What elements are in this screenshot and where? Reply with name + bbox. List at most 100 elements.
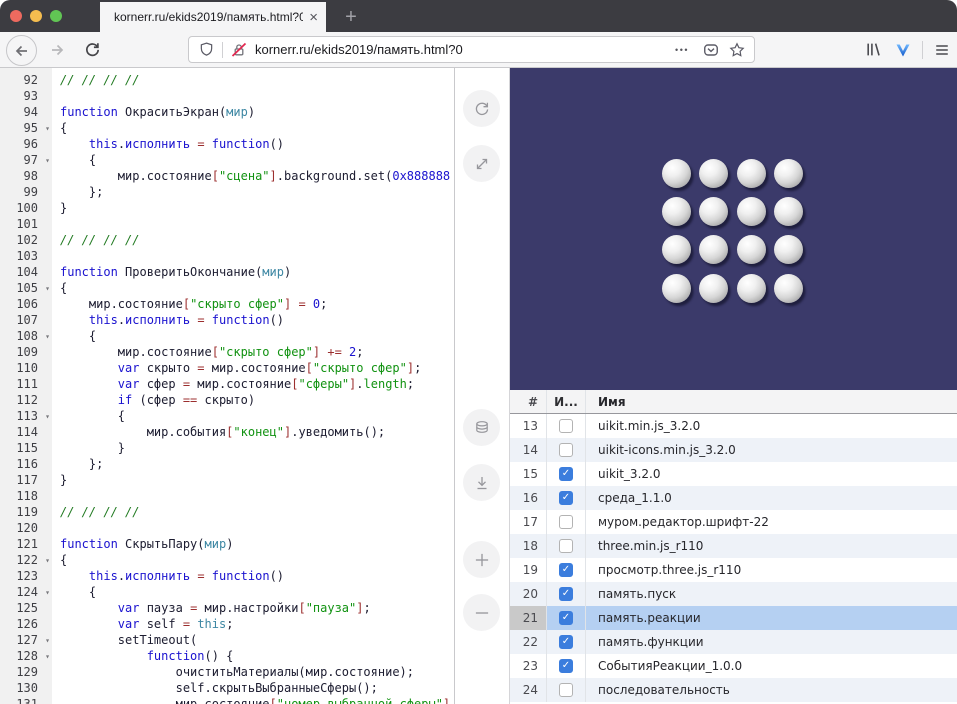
checkbox-checked[interactable]: ✓ <box>559 467 573 481</box>
checkbox-checked[interactable]: ✓ <box>559 491 573 505</box>
table-row[interactable]: 18three.min.js_r110 <box>510 534 957 558</box>
line-number: 105▾ <box>0 280 52 296</box>
fold-marker-icon[interactable]: ▾ <box>45 121 50 137</box>
page-actions-icon[interactable]: ••• <box>675 45 689 55</box>
navigation-toolbar: kornerr.ru/ekids2019/память.html?0 ••• <box>0 32 957 68</box>
row-name[interactable]: three.min.js_r110 <box>586 534 957 558</box>
table-row[interactable]: 13uikit.min.js_3.2.0 <box>510 414 957 438</box>
fold-marker-icon[interactable]: ▾ <box>45 633 50 649</box>
tracking-protection-shield-icon[interactable] <box>198 42 214 58</box>
line-number: 112 <box>0 392 52 408</box>
table-row[interactable]: 20✓память.пуск <box>510 582 957 606</box>
forward-button[interactable] <box>42 35 71 64</box>
line-number: 117 <box>0 472 52 488</box>
urlbar-divider <box>222 42 223 58</box>
row-name[interactable]: uikit-icons.min.js_3.2.0 <box>586 438 957 462</box>
code-text: { <box>52 152 454 168</box>
database-button[interactable] <box>463 409 500 446</box>
url-text[interactable]: kornerr.ru/ekids2019/память.html?0 <box>255 42 671 57</box>
code-editor[interactable]: 92// // // //9394function ОкраситьЭкран(… <box>0 68 455 704</box>
checkbox-checked[interactable]: ✓ <box>559 611 573 625</box>
row-name[interactable]: СобытияРеакции_1.0.0 <box>586 654 957 678</box>
table-row[interactable]: 16✓среда_1.1.0 <box>510 486 957 510</box>
url-bar[interactable]: kornerr.ru/ekids2019/память.html?0 ••• <box>188 36 755 63</box>
row-name[interactable]: среда_1.1.0 <box>586 486 957 510</box>
refresh-button[interactable] <box>463 90 500 127</box>
fold-marker-icon[interactable]: ▾ <box>45 649 50 665</box>
fold-marker-icon[interactable]: ▾ <box>45 553 50 569</box>
checkbox-checked[interactable]: ✓ <box>559 635 573 649</box>
sphere <box>699 197 728 226</box>
fold-marker-icon[interactable]: ▾ <box>45 329 50 345</box>
table-row[interactable]: 15✓uikit_3.2.0 <box>510 462 957 486</box>
sphere <box>737 159 766 188</box>
checkbox-unchecked[interactable] <box>559 515 573 529</box>
row-number: 21 <box>510 606 547 630</box>
table-row[interactable]: 17муром.редактор.шрифт-22 <box>510 510 957 534</box>
checkbox-unchecked[interactable] <box>559 443 573 457</box>
code-line: 100} <box>0 200 454 216</box>
insecure-lock-icon[interactable] <box>231 42 247 58</box>
header-included[interactable]: И... <box>547 390 586 413</box>
header-name[interactable]: Имя <box>586 390 957 413</box>
table-row[interactable]: 14uikit-icons.min.js_3.2.0 <box>510 438 957 462</box>
forward-arrow-icon <box>48 41 66 59</box>
fullscreen-button[interactable] <box>463 145 500 182</box>
code-line: 104function ПроверитьОкончание(мир) <box>0 264 454 280</box>
fold-marker-icon[interactable]: ▾ <box>45 281 50 297</box>
sphere <box>737 274 766 303</box>
checkbox-unchecked[interactable] <box>559 419 573 433</box>
table-row[interactable]: 24последовательность <box>510 678 957 702</box>
table-row[interactable]: 22✓память.функции <box>510 630 957 654</box>
zoom-in-button[interactable] <box>463 541 500 578</box>
pocket-icon[interactable] <box>703 42 719 58</box>
table-row[interactable]: 21 ✓ память.реакции <box>510 606 957 630</box>
row-name[interactable]: память.функции <box>586 630 957 654</box>
checkbox-checked[interactable]: ✓ <box>559 563 573 577</box>
row-name[interactable]: память.реакции <box>586 606 957 630</box>
fold-marker-icon[interactable]: ▾ <box>45 409 50 425</box>
bookmark-star-icon[interactable] <box>729 42 745 58</box>
reload-button[interactable] <box>78 35 107 64</box>
row-name[interactable]: муром.редактор.шрифт-22 <box>586 510 957 534</box>
row-name[interactable]: память.пуск <box>586 582 957 606</box>
window-controls <box>10 10 62 22</box>
code-line: 106 мир.состояние["скрыто сфер"] = 0; <box>0 296 454 312</box>
row-name[interactable]: последовательность <box>586 678 957 702</box>
row-name[interactable]: просмотр.three.js_r110 <box>586 558 957 582</box>
checkbox-unchecked[interactable] <box>559 539 573 553</box>
close-window-button[interactable] <box>10 10 22 22</box>
files-table: # И... Имя 13uikit.min.js_3.2.014uikit-i… <box>510 390 957 704</box>
table-row[interactable]: 19✓просмотр.three.js_r110 <box>510 558 957 582</box>
menu-button[interactable] <box>927 35 957 64</box>
zoom-out-button[interactable] <box>463 594 500 631</box>
checkbox-checked[interactable]: ✓ <box>559 659 573 673</box>
code-line: 113▾ { <box>0 408 454 424</box>
code-line: 122▾{ <box>0 552 454 568</box>
fold-marker-icon[interactable]: ▾ <box>45 585 50 601</box>
hamburger-icon <box>934 42 950 58</box>
download-button[interactable] <box>463 464 500 501</box>
line-number: 125 <box>0 600 52 616</box>
table-row[interactable]: 23✓СобытияРеакции_1.0.0 <box>510 654 957 678</box>
row-name[interactable]: uikit.min.js_3.2.0 <box>586 414 957 438</box>
back-button[interactable] <box>6 35 37 66</box>
browser-tab[interactable]: kornerr.ru/ekids2019/память.html?0 × <box>100 2 326 32</box>
3d-viewport[interactable] <box>510 68 957 390</box>
row-name[interactable]: uikit_3.2.0 <box>586 462 957 486</box>
header-number[interactable]: # <box>510 390 547 413</box>
library-button[interactable] <box>858 35 888 64</box>
extension-button[interactable] <box>888 35 918 64</box>
sphere <box>662 274 691 303</box>
fold-marker-icon[interactable]: ▾ <box>45 153 50 169</box>
code-line: 103 <box>0 248 454 264</box>
code-line: 118 <box>0 488 454 504</box>
tab-close-icon[interactable]: × <box>309 10 318 25</box>
new-tab-button[interactable]: + <box>336 2 366 32</box>
code-line: 116 }; <box>0 456 454 472</box>
zoom-window-button[interactable] <box>50 10 62 22</box>
checkbox-checked[interactable]: ✓ <box>559 587 573 601</box>
line-number: 108▾ <box>0 328 52 344</box>
checkbox-unchecked[interactable] <box>559 683 573 697</box>
minimize-window-button[interactable] <box>30 10 42 22</box>
